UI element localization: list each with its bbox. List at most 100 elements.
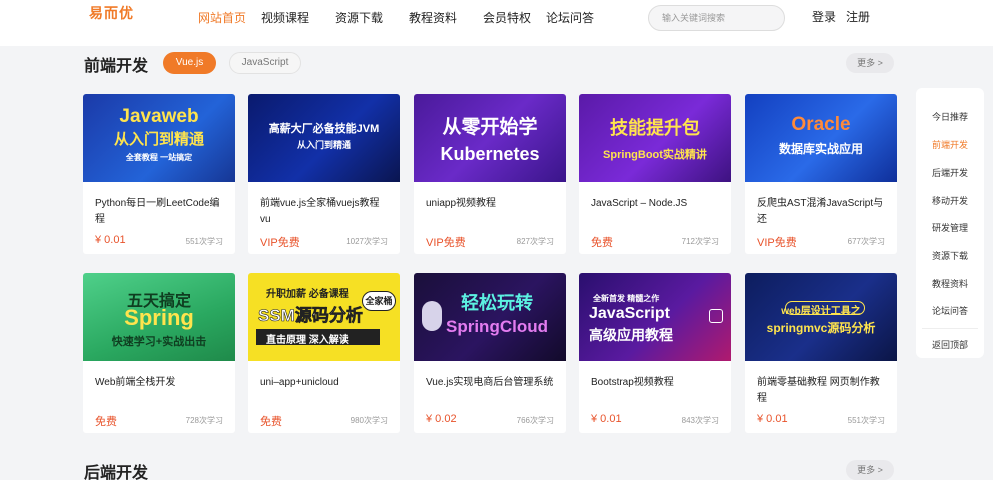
course-card[interactable]: 轻松玩转 SpringCloud Vue.js实现电商后台管理系统 ¥ 0.02… <box>414 273 566 433</box>
sidebar-item-frontend[interactable]: 前端开发 <box>916 138 984 151</box>
course-thumbnail[interactable]: 全新首发 精髓之作 JavaScript 高级应用教程 <box>579 273 731 361</box>
js-icon <box>709 309 723 323</box>
thumbnail-text: 全套教程 一站搞定 <box>125 153 193 162</box>
course-thumbnail[interactable]: Javaweb 从入门到精通 全套教程 一站搞定 <box>83 94 235 182</box>
thumbnail-text: web层设计工具之 <box>781 306 861 317</box>
course-title[interactable]: 前端vue.js全家桶vuejs教程vu <box>260 196 390 228</box>
search-input[interactable]: 输入关键词搜索 <box>648 5 785 31</box>
course-price: 免费 <box>95 416 117 428</box>
course-card[interactable]: Javaweb 从入门到精通 全套教程 一站搞定 Python每日一刷LeetC… <box>83 94 235 254</box>
course-learners: 1027次学习 <box>346 237 388 246</box>
course-price: VIP免费 <box>757 237 797 249</box>
thumbnail-text: 直击原理 深入解读 <box>266 335 349 346</box>
tab-vuejs[interactable]: Vue.js <box>163 52 216 74</box>
tab-javascript[interactable]: JavaScript <box>229 52 301 74</box>
sidebar-item-forum[interactable]: 论坛问答 <box>916 304 984 317</box>
sidebar-item-today[interactable]: 今日推荐 <box>916 110 984 123</box>
section-title-frontend: 前端开发 <box>84 58 149 75</box>
course-thumbnail[interactable]: 从零开始学 Kubernetes <box>414 94 566 182</box>
course-card[interactable]: web层设计工具之 springmvc源码分析 前端零基础教程 网页制作教程 ¥… <box>745 273 897 433</box>
nav-item-membership[interactable]: 会员特权 <box>483 9 531 26</box>
sidebar-item-backend[interactable]: 后端开发 <box>916 166 984 179</box>
course-price: ¥ 0.01 <box>591 413 622 425</box>
course-learners: 677次学习 <box>847 237 885 246</box>
sidebar-item-rd-management[interactable]: 研发管理 <box>916 221 984 234</box>
course-title[interactable]: 反爬虫AST混淆JavaScript与还 <box>757 196 887 228</box>
section-title-backend: 后端开发 <box>84 465 149 480</box>
course-card[interactable]: 高薪大厂必备技能JVM 从入门到精通 前端vue.js全家桶vuejs教程vu … <box>248 94 400 254</box>
thumbnail-text: 高薪大厂必备技能JVM <box>268 123 380 135</box>
thumbnail-text: springmvc源码分析 <box>766 321 876 335</box>
course-learners: 712次学习 <box>681 237 719 246</box>
course-learners: 766次学习 <box>516 416 554 425</box>
more-button-frontend[interactable]: 更多 > <box>846 53 894 73</box>
course-learners: 551次学习 <box>847 416 885 425</box>
course-price: ¥ 0.01 <box>95 234 126 246</box>
course-learners: 843次学习 <box>681 416 719 425</box>
register-link[interactable]: 注册 <box>846 8 870 25</box>
site-logo[interactable]: 易而优 <box>89 3 134 23</box>
thumbnail-text: 从入门到精通 <box>113 131 204 148</box>
login-link[interactable]: 登录 <box>812 8 836 25</box>
thumbnail-text: 从零开始学 <box>442 117 538 138</box>
course-title[interactable]: Bootstrap视频教程 <box>591 375 721 391</box>
thumbnail-text: 技能提升包 <box>610 118 700 138</box>
course-title[interactable]: Web前端全栈开发 <box>95 375 225 391</box>
course-title[interactable]: Vue.js实现电商后台管理系统 <box>426 375 556 391</box>
course-thumbnail[interactable]: 升职加薪 必备课程 SSM源码分析 直击原理 深入解读 全家桶 <box>248 273 400 361</box>
course-card[interactable]: 五天搞定 Spring 快速学习+实战出击 Web前端全栈开发 免费 728次学… <box>83 273 235 433</box>
course-price: ¥ 0.01 <box>757 413 788 425</box>
thumbnail-badge: 全家桶 <box>362 291 396 311</box>
site-header: 易而优 网站首页 视频课程 资源下载 教程资料 会员特权 论坛问答 输入关键词搜… <box>0 0 993 46</box>
course-card[interactable]: 从零开始学 Kubernetes uniapp视频教程 VIP免费 827次学习 <box>414 94 566 254</box>
course-price: 免费 <box>260 416 282 428</box>
course-card[interactable]: 技能提升包 SpringBoot实战精讲 JavaScript – Node.J… <box>579 94 731 254</box>
course-thumbnail[interactable]: 技能提升包 SpringBoot实战精讲 <box>579 94 731 182</box>
back-to-top-button[interactable]: 返回顶部 <box>916 338 984 351</box>
course-price: VIP免费 <box>426 237 466 249</box>
course-thumbnail[interactable]: 轻松玩转 SpringCloud <box>414 273 566 361</box>
course-card[interactable]: 全新首发 精髓之作 JavaScript 高级应用教程 Bootstrap视频教… <box>579 273 731 433</box>
thumbnail-text: 轻松玩转 <box>461 293 533 313</box>
nav-item-forum[interactable]: 论坛问答 <box>546 9 594 26</box>
course-price: ¥ 0.02 <box>426 413 457 425</box>
sidebar-item-downloads[interactable]: 资源下载 <box>916 249 984 262</box>
sidebar-divider <box>922 328 978 329</box>
thumbnail-text: 高级应用教程 <box>589 327 673 343</box>
nav-item-home[interactable]: 网站首页 <box>198 9 246 26</box>
course-learners: 827次学习 <box>516 237 554 246</box>
thumbnail-text: 从入门到精通 <box>296 140 351 150</box>
course-thumbnail[interactable]: Oracle 数据库实战应用 <box>745 94 897 182</box>
course-title[interactable]: uni–app+unicloud <box>260 375 390 391</box>
thumbnail-text: Kubernetes <box>440 144 540 164</box>
course-learners: 728次学习 <box>185 416 223 425</box>
nav-item-video-courses[interactable]: 视频课程 <box>261 9 309 26</box>
course-card[interactable]: Oracle 数据库实战应用 反爬虫AST混淆JavaScript与还 VIP免… <box>745 94 897 254</box>
course-card[interactable]: 升职加薪 必备课程 SSM源码分析 直击原理 深入解读 全家桶 uni–app+… <box>248 273 400 433</box>
course-thumbnail[interactable]: 五天搞定 Spring 快速学习+实战出击 <box>83 273 235 361</box>
nav-item-resource-download[interactable]: 资源下载 <box>335 9 383 26</box>
course-title[interactable]: Python每日一刷LeetCode编程 <box>95 196 225 228</box>
course-thumbnail[interactable]: 高薪大厂必备技能JVM 从入门到精通 <box>248 94 400 182</box>
nav-item-tutorials[interactable]: 教程资料 <box>409 9 457 26</box>
course-price: VIP免费 <box>260 237 300 249</box>
thumbnail-text: Oracle <box>791 114 851 135</box>
thumbnail-text: SpringBoot实战精讲 <box>603 149 707 161</box>
category-sidebar: 今日推荐 前端开发 后端开发 移动开发 研发管理 资源下载 教程资料 论坛问答 … <box>916 88 984 358</box>
course-price: 免费 <box>591 237 613 249</box>
course-title[interactable]: 前端零基础教程 网页制作教程 <box>757 375 887 407</box>
course-title[interactable]: uniapp视频教程 <box>426 196 556 212</box>
thumbnail-text: Spring <box>124 305 194 330</box>
sidebar-item-mobile[interactable]: 移动开发 <box>916 194 984 207</box>
thumbnail-text: 数据库实战应用 <box>778 142 863 156</box>
course-thumbnail[interactable]: web层设计工具之 springmvc源码分析 <box>745 273 897 361</box>
more-button-backend[interactable]: 更多 > <box>846 460 894 480</box>
thumbnail-text: 全新首发 精髓之作 <box>593 294 660 303</box>
course-title[interactable]: JavaScript – Node.JS <box>591 196 721 212</box>
thumbnail-text: 快速学习+实战出击 <box>111 336 207 348</box>
thumbnail-text: Javaweb <box>119 106 199 127</box>
sidebar-item-tutorials[interactable]: 教程资料 <box>916 277 984 290</box>
thumbnail-text: SpringCloud <box>446 317 548 336</box>
course-learners: 980次学习 <box>350 416 388 425</box>
course-learners: 551次学习 <box>185 237 223 246</box>
